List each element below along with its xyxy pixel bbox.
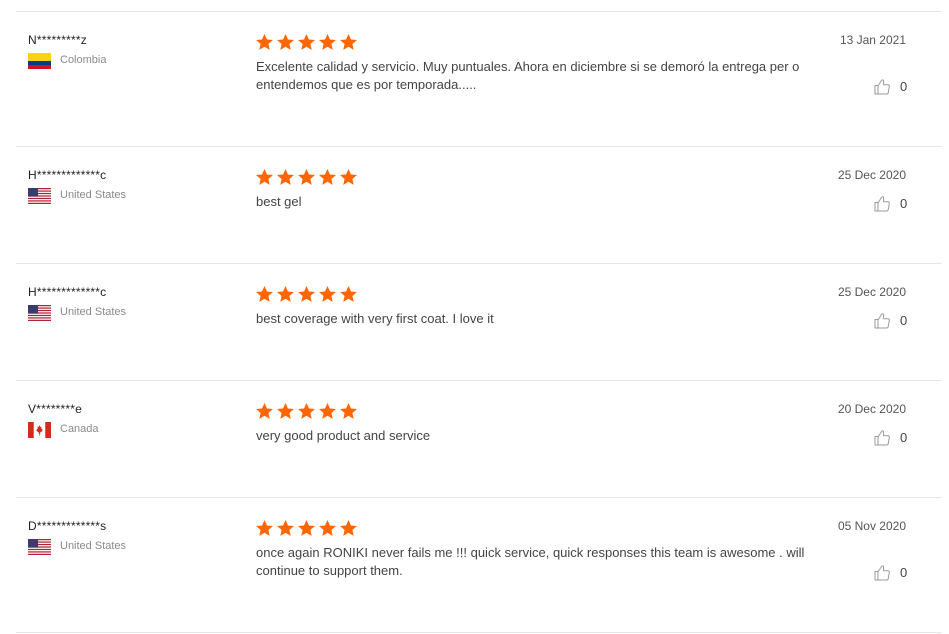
star-icon [319, 285, 336, 302]
review-date: 20 Dec 2020 [837, 402, 906, 416]
star-icon [277, 519, 294, 536]
star-icon [340, 168, 357, 185]
star-icon [319, 168, 336, 185]
helpful-count: 0 [900, 196, 908, 211]
star-icon [256, 168, 273, 185]
helpful-count: 0 [900, 430, 908, 445]
reviewer-country: Canada [60, 423, 99, 435]
star-rating [255, 33, 358, 51]
star-icon [277, 285, 294, 302]
reviewer-name: H*************c [28, 285, 107, 299]
reviewer-name: V********e [28, 402, 83, 416]
divider [16, 632, 942, 633]
divider [16, 380, 942, 381]
star-icon [319, 519, 336, 536]
star-icon [298, 33, 315, 50]
helpful-button[interactable]: 0 [874, 195, 907, 212]
star-icon [340, 402, 357, 419]
review-text: Excelente calidad y servicio. Muy puntua… [256, 59, 800, 92]
helpful-count: 0 [900, 565, 908, 580]
star-icon [256, 285, 273, 302]
star-icon [277, 33, 294, 50]
star-icon [340, 285, 357, 302]
canada-flag-icon [28, 422, 51, 438]
star-icon [298, 519, 315, 536]
reviewer-country: United States [60, 306, 127, 318]
reviewer-country: United States [60, 540, 127, 552]
review-date: 13 Jan 2021 [839, 33, 906, 47]
star-icon [298, 168, 315, 185]
star-rating [255, 168, 358, 186]
divider [16, 11, 942, 12]
review-date: 05 Nov 2020 [837, 519, 906, 533]
review-text: very good product and service [256, 428, 431, 443]
us-flag-icon [28, 305, 51, 321]
star-icon [256, 519, 273, 536]
star-icon [298, 402, 315, 419]
star-icon [277, 402, 294, 419]
review-text: best gel [256, 194, 302, 209]
divider [16, 263, 942, 264]
star-rating [255, 285, 358, 303]
thumbs-up-icon [874, 430, 890, 446]
star-icon [340, 519, 357, 536]
star-rating [255, 519, 358, 537]
thumbs-up-icon [874, 196, 890, 212]
helpful-count: 0 [900, 79, 908, 94]
divider [16, 497, 942, 498]
review-text: best coverage with very first coat. I lo… [256, 311, 494, 326]
thumbs-up-icon [874, 565, 890, 581]
star-icon [319, 33, 336, 50]
review-text: once again RONIKI never fails me !!! qui… [256, 545, 805, 578]
helpful-button[interactable]: 0 [874, 78, 907, 95]
star-icon [340, 33, 357, 50]
review-list: N*********z Colombia Excelente calidad y… [0, 0, 949, 634]
review-date: 25 Dec 2020 [837, 168, 906, 182]
star-icon [298, 285, 315, 302]
us-flag-icon [28, 539, 51, 555]
helpful-button[interactable]: 0 [874, 429, 907, 446]
star-icon [256, 33, 273, 50]
star-rating [255, 402, 358, 420]
helpful-button[interactable]: 0 [874, 564, 907, 581]
reviewer-name: H*************c [28, 168, 107, 182]
reviewer-country: United States [60, 189, 127, 201]
helpful-button[interactable]: 0 [874, 312, 907, 329]
helpful-count: 0 [900, 313, 908, 328]
reviewer-name: D*************s [28, 519, 107, 533]
review-date: 25 Dec 2020 [837, 285, 906, 299]
thumbs-up-icon [874, 313, 890, 329]
reviewer-name: N*********z [28, 33, 87, 47]
us-flag-icon [28, 188, 51, 204]
star-icon [256, 402, 273, 419]
star-icon [319, 402, 336, 419]
thumbs-up-icon [874, 79, 890, 95]
reviewer-country: Colombia [60, 54, 107, 66]
divider [16, 146, 942, 147]
star-icon [277, 168, 294, 185]
colombia-flag-icon [28, 53, 51, 69]
